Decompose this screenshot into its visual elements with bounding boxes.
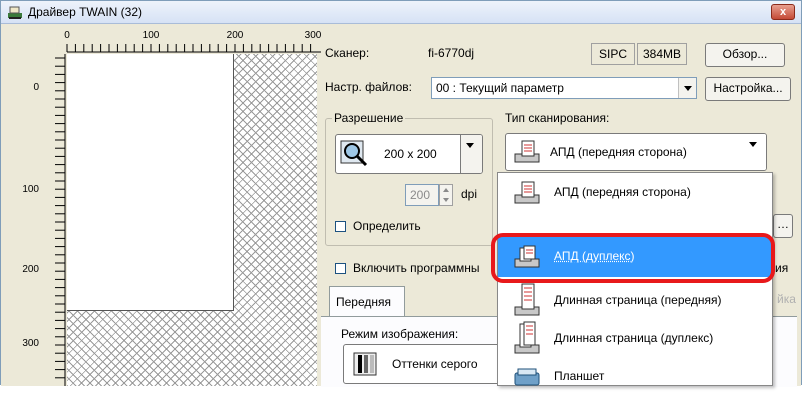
tab-settings-partial: йка [777, 292, 796, 306]
scan-type-option-flatbed[interactable]: Планшет [498, 357, 772, 397]
custom-dpi-input[interactable]: 200 [405, 184, 439, 206]
ruler-top-100: 100 [143, 30, 160, 41]
long-page-duplex-icon [514, 321, 540, 354]
dpi-unit-label: dpi [461, 187, 478, 201]
scanner-interface: SIPC [591, 43, 635, 65]
define-checkbox[interactable] [335, 221, 346, 232]
resolution-value: 200 x 200 [384, 147, 437, 161]
close-button[interactable]: x [771, 4, 795, 20]
browse-button[interactable]: Обзор... [705, 43, 785, 67]
ruler-left-0: 0 [33, 82, 39, 93]
ruler-left-200: 200 [22, 264, 39, 275]
scanner-model: fi-6770dj [428, 46, 475, 60]
option-label: АПД (передняя сторона) [554, 185, 691, 199]
scanner-memory: 384MB [637, 43, 687, 65]
option-label: Длинная страница (передняя) [554, 293, 722, 307]
spin-up-icon[interactable] [443, 188, 449, 192]
adf-scanner-icon [514, 181, 540, 204]
scan-preview-area[interactable] [67, 54, 317, 386]
resolution-group-title: Разрешение [332, 111, 406, 125]
dpi-spinner[interactable] [439, 184, 453, 206]
image-mode-label: Режим изображения: [341, 327, 459, 341]
file-settings-label: Настр. файлов: [325, 80, 412, 94]
ruler-top-200: 200 [227, 30, 244, 41]
define-label: Определить [353, 219, 421, 233]
long-page-icon [514, 283, 540, 316]
adf-scanner-icon [514, 140, 540, 163]
twain-driver-window: Драйвер TWAIN (32) x 0 100 200 300 0 100… [0, 0, 802, 387]
option-label: Планшет [554, 369, 605, 383]
scan-type-option-adf-front[interactable]: АПД (передняя сторона) [498, 173, 772, 213]
title-bar: Драйвер TWAIN (32) x [1, 1, 801, 24]
image-mode-select[interactable]: Оттенки серого [343, 344, 503, 384]
enable-software-checkbox[interactable] [335, 263, 346, 274]
resolution-chevron-down-icon[interactable] [460, 135, 482, 173]
preview-page[interactable] [67, 54, 234, 311]
ruler-left-100: 100 [22, 184, 39, 195]
window-title: Драйвер TWAIN (32) [28, 5, 142, 19]
resolution-select[interactable]: 200 x 200 [335, 134, 483, 174]
scanner-app-icon [8, 6, 22, 19]
chevron-down-icon[interactable] [678, 78, 696, 98]
tab-front[interactable]: Передняя [329, 286, 405, 316]
scan-type-chevron-down-icon[interactable] [744, 134, 766, 170]
enable-software-label-end: ия [775, 261, 789, 275]
ruler-left-300: 300 [22, 338, 39, 349]
ruler-left: 0 100 200 300 [22, 54, 66, 386]
file-settings-select[interactable]: 00 : Текущий параметр [431, 77, 697, 99]
ruler-top: 0 100 200 300 [64, 30, 321, 53]
scan-type-select[interactable]: АПД (передняя сторона) [505, 133, 767, 171]
dialog-body: 0 100 200 300 0 100 200 300 Сканер: fi-6… [1, 24, 801, 387]
ruler-top-300: 300 [305, 30, 321, 41]
grayscale-icon [353, 352, 377, 376]
file-settings-setup-button[interactable]: Настройка... [705, 77, 791, 101]
scan-type-more-button[interactable]: … [773, 214, 793, 238]
flatbed-scanner-icon [514, 368, 540, 386]
image-mode-value: Оттенки серого [392, 357, 478, 371]
file-settings-value: 00 : Текущий параметр [436, 81, 564, 95]
highlight-annotation [491, 233, 775, 283]
scan-type-option-long-front[interactable]: Длинная страница (передняя) [498, 281, 772, 321]
spin-down-icon[interactable] [443, 198, 449, 202]
scan-type-label: Тип сканирования: [505, 111, 610, 125]
resolution-magnifier-icon [340, 140, 368, 167]
enable-software-label: Включить программны [353, 261, 480, 275]
scan-type-value: АПД (передняя сторона) [550, 145, 687, 159]
scanner-label: Сканер: [325, 46, 370, 60]
ruler-top-0: 0 [64, 30, 70, 41]
scan-type-option-long-duplex[interactable]: Длинная страница (дуплекс) [498, 319, 772, 359]
option-label: Длинная страница (дуплекс) [554, 331, 714, 345]
